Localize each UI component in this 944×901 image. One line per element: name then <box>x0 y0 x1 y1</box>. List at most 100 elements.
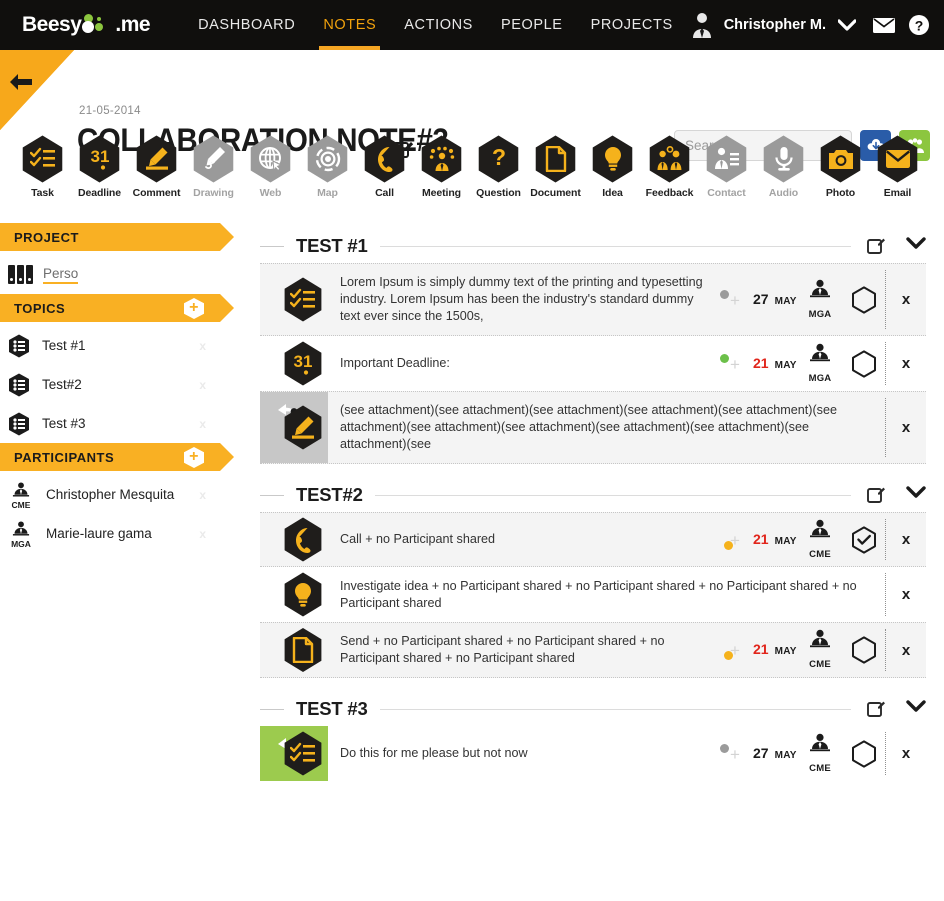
due-month: MAY <box>774 295 797 307</box>
row-owner[interactable]: CME <box>801 518 839 562</box>
app-logo[interactable]: Beesy .me <box>22 13 151 37</box>
nav-item-notes[interactable]: NOTES <box>319 0 381 50</box>
status-dot-indicator[interactable]: + <box>719 349 753 379</box>
due-date[interactable]: 21 MAY <box>753 641 796 659</box>
tool-comment[interactable]: Comment <box>128 134 185 199</box>
delete-row-button[interactable]: x <box>886 264 926 335</box>
due-date[interactable]: 21 MAY <box>753 355 797 373</box>
section-dash <box>260 494 284 496</box>
section-edit-icon[interactable] <box>867 237 886 255</box>
sidebar-item-topic-2[interactable]: Test#2 x <box>0 365 220 404</box>
tool-call[interactable]: Call <box>356 134 413 199</box>
section-collapse-icon[interactable] <box>906 237 926 255</box>
due-month: MAY <box>774 359 797 371</box>
status-dot-indicator[interactable]: + <box>719 285 753 315</box>
remove-participant-button[interactable]: x <box>199 527 206 541</box>
avatar[interactable] <box>690 11 714 39</box>
tool-task[interactable]: Task <box>14 134 71 199</box>
logo-bee-dots <box>81 14 115 36</box>
row-owner[interactable]: CME <box>801 628 839 672</box>
nav-item-people[interactable]: PEOPLE <box>501 0 563 50</box>
hexagon-empty-icon[interactable] <box>849 636 879 664</box>
section-edit-icon[interactable] <box>867 700 886 718</box>
tool-feedback[interactable]: Feedback <box>641 134 698 199</box>
row-left-badge <box>260 726 328 781</box>
row-left-badge <box>260 513 328 566</box>
due-month: MAY <box>774 535 797 547</box>
note-row[interactable]: Investigate idea + no Participant shared… <box>260 567 926 622</box>
add-participant-button[interactable]: + <box>184 447 204 468</box>
sidebar-item-participant-1[interactable]: CME Christopher Mesquita x <box>0 475 220 514</box>
section-edit-icon[interactable] <box>867 486 886 504</box>
row-text-value: Important Deadline: <box>340 356 450 370</box>
note-row[interactable]: 31 Important Deadline: +21 MAY MGA x <box>260 336 926 391</box>
tool-drawing: Drawing <box>185 134 242 199</box>
remove-topic-button[interactable]: x <box>199 339 206 353</box>
participant-initials: MGA <box>11 538 31 549</box>
owner-initials: CME <box>809 659 831 670</box>
tool-label: Deadline <box>78 187 121 199</box>
row-meta: +21 MAY MGA <box>719 336 885 391</box>
sidebar-item-topic-1[interactable]: Test #1 x <box>0 326 220 365</box>
section-collapse-icon[interactable] <box>906 700 926 718</box>
envelope-icon[interactable] <box>872 16 896 34</box>
chevron-down-icon[interactable] <box>838 19 856 31</box>
hexagon-empty-icon[interactable] <box>849 285 879 314</box>
due-date[interactable]: 27 MAY <box>753 745 796 763</box>
tool-meeting[interactable]: Meeting <box>413 134 470 199</box>
back-arrow-icon[interactable] <box>8 72 34 97</box>
row-owner[interactable]: MGA <box>801 278 839 322</box>
sidebar-item-topic-3[interactable]: Test #3 x <box>0 404 220 443</box>
remove-topic-button[interactable]: x <box>199 417 206 431</box>
status-dot-indicator[interactable]: + <box>719 739 753 769</box>
note-row[interactable]: Do this for me please but not now +27 MAY C… <box>260 726 926 781</box>
topic-icon <box>6 371 32 399</box>
tool-web: Web <box>242 134 299 199</box>
note-row[interactable]: Send + no Participant shared + no Partic… <box>260 622 926 678</box>
status-dot-indicator[interactable]: + <box>719 525 753 555</box>
sidebar-item-participant-2[interactable]: MGA Marie-laure gama x <box>0 514 220 553</box>
status-dot-indicator[interactable]: + <box>719 635 753 665</box>
note-row[interactable]: Lorem Ipsum is simply dummy text of the … <box>260 263 926 336</box>
due-date[interactable]: 21 MAY <box>753 531 797 549</box>
nav-item-projects[interactable]: PROJECTS <box>591 0 673 50</box>
sidebar-participants-list: CME Christopher Mesquita x MGA Marie-laure g… <box>0 475 255 553</box>
tool-idea[interactable]: Idea <box>584 134 641 199</box>
help-icon[interactable]: ? <box>908 14 930 36</box>
note-row[interactable]: (see attachment)(see attachment)(see att… <box>260 391 926 464</box>
sidebar-item-project-perso[interactable]: Perso <box>0 255 220 294</box>
delete-row-button[interactable]: x <box>886 513 926 566</box>
remove-topic-button[interactable]: x <box>199 378 206 392</box>
delete-row-button[interactable]: x <box>886 392 926 463</box>
tool-deadline[interactable]: 31 Deadline <box>71 134 128 199</box>
delete-row-button[interactable]: x <box>886 726 926 781</box>
nav-item-dashboard[interactable]: DASHBOARD <box>198 0 295 50</box>
hexagon-empty-icon[interactable] <box>849 349 879 378</box>
section-collapse-icon[interactable] <box>906 486 926 504</box>
nav-item-actions[interactable]: ACTIONS <box>404 0 473 50</box>
hexagon-empty-icon[interactable] <box>849 739 879 768</box>
tool-question[interactable]: ? Question <box>470 134 527 199</box>
row-owner[interactable]: MGA <box>801 342 839 386</box>
delete-row-button[interactable]: x <box>886 623 926 677</box>
row-text: Send + no Participant shared + no Partic… <box>328 623 719 677</box>
row-text-value: (see attachment)(see attachment)(see att… <box>340 403 837 451</box>
add-topic-button[interactable]: + <box>184 298 204 319</box>
delete-row-button[interactable]: x <box>886 336 926 391</box>
left-sidebar: PROJECT Perso TOPICS + Test #1 x Test#2 x Te… <box>0 215 255 901</box>
tool-label: Document <box>530 187 581 199</box>
tool-document[interactable]: Document <box>527 134 584 199</box>
tool-email[interactable]: Email <box>869 134 926 199</box>
sidebar-band-participants: PARTICIPANTS + <box>0 443 234 471</box>
remove-participant-button[interactable]: x <box>199 488 206 502</box>
hexagon-check-icon[interactable] <box>849 525 879 554</box>
tool-photo[interactable]: Photo <box>812 134 869 199</box>
due-date[interactable]: 27 MAY <box>753 291 797 309</box>
delete-row-button[interactable]: x <box>886 567 926 622</box>
row-text: Important Deadline: <box>328 336 719 391</box>
tool-label: Photo <box>825 187 856 199</box>
idea-icon <box>280 570 326 620</box>
note-row[interactable]: Call + no Participant shared +21 MAY CME x <box>260 512 926 567</box>
row-text: Call + no Participant shared <box>328 513 719 566</box>
row-owner[interactable]: CME <box>801 732 839 776</box>
